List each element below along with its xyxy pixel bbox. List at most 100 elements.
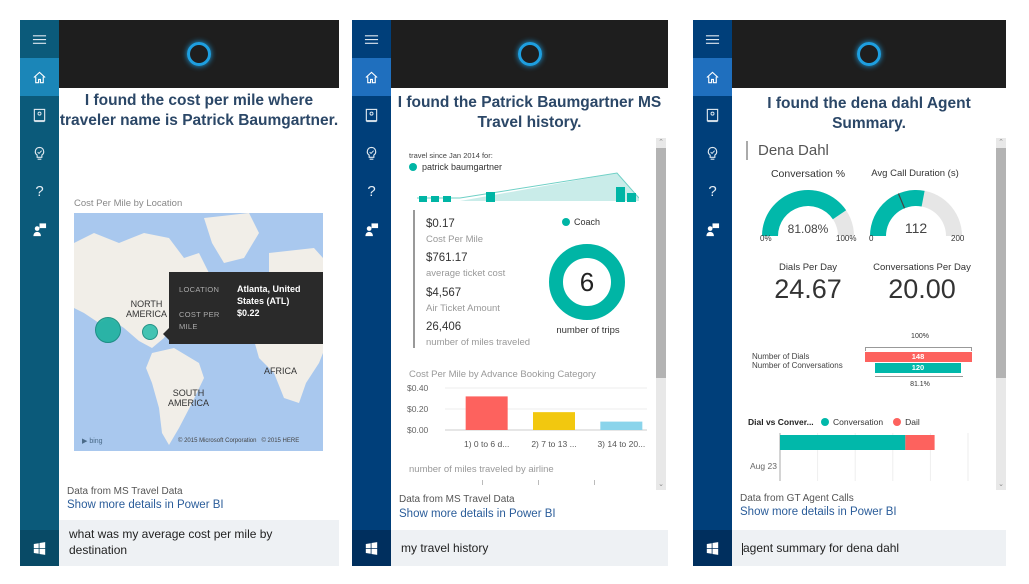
sparkline-bar — [419, 196, 427, 202]
map-region-label: SOUTH AMERICA — [168, 388, 210, 408]
lightbulb-icon — [707, 146, 718, 160]
answer-title-line: traveler name is Patrick Baumgartner. — [59, 112, 339, 129]
windows-start-icon — [365, 541, 378, 555]
tooltip-key: LOCATION — [179, 285, 220, 294]
hamburger-menu-button[interactable] — [693, 20, 732, 58]
bar[interactable] — [465, 396, 508, 430]
map-bubble-large[interactable] — [95, 317, 121, 343]
kpi-label: average ticket cost — [426, 268, 506, 279]
answer-title-line: Summary. — [832, 115, 906, 132]
cortana-header — [59, 20, 339, 88]
feedback-icon — [365, 222, 379, 236]
gauge-min-label: 0 — [869, 234, 874, 243]
tooltip-value: $0.22 — [237, 308, 260, 318]
kpi-label: number of miles traveled — [426, 337, 531, 348]
scrollbar[interactable]: ⌃ ⌄ — [996, 138, 1006, 490]
donut-legend: Coach — [562, 217, 600, 227]
sidebar-feedback-button[interactable] — [352, 210, 391, 248]
scrollbar-thumb[interactable] — [996, 148, 1006, 378]
search-query-input[interactable]: agent summary for dena dahl — [732, 530, 1006, 566]
legend-dot-icon — [562, 218, 570, 226]
query-text: what was my average cost per mile by — [69, 527, 273, 541]
legend-dot-icon — [409, 163, 417, 171]
scroll-up-icon[interactable]: ⌃ — [656, 138, 666, 148]
sidebar-help-button[interactable]: ? — [693, 172, 732, 210]
power-bi-link[interactable]: Show more details in Power BI — [67, 499, 224, 511]
scroll-up-icon[interactable]: ⌃ — [996, 138, 1006, 148]
sidebar-reminders-button[interactable] — [352, 134, 391, 172]
hamburger-menu-button[interactable] — [352, 20, 391, 58]
sidebar-help-button[interactable]: ? — [20, 172, 59, 210]
answer-title-line: Travel history. — [477, 114, 582, 131]
gauge-value: 112 — [905, 220, 928, 236]
dial-bar-segment[interactable] — [905, 435, 935, 450]
dial-vs-conversation-chart[interactable] — [746, 433, 996, 483]
sidebar-notebook-button[interactable] — [352, 96, 391, 134]
sidebar-home-button[interactable] — [352, 58, 391, 96]
travel-sparkline[interactable] — [417, 170, 639, 202]
funnel-bottom-pct: 81.1% — [910, 381, 930, 388]
cortana-sidebar: ? — [693, 20, 732, 566]
y-tick-label: $0.40 — [407, 383, 429, 393]
map-bubble-atlanta[interactable] — [142, 324, 158, 340]
legend-dot-icon — [821, 418, 829, 426]
scroll-down-icon[interactable]: ⌄ — [996, 480, 1006, 490]
agent-name: Dena Dahl — [758, 142, 829, 159]
gauge-max-label: 100% — [836, 234, 857, 243]
sidebar-notebook-button[interactable] — [20, 96, 59, 134]
sidebar-feedback-button[interactable] — [693, 210, 732, 248]
data-source-label: Data from GT Agent Calls — [740, 493, 854, 504]
hamburger-menu-icon — [364, 34, 379, 44]
scroll-down-icon[interactable]: ⌄ — [656, 480, 666, 490]
answer-title-line: I found the cost per mile where — [84, 92, 314, 109]
cortana-logo-icon[interactable] — [187, 42, 211, 66]
gauge-max-label: 200 — [951, 234, 965, 243]
conversation-percent-gauge[interactable]: 81.08% — [756, 184, 860, 240]
answer-title-line: I found the Patrick Baumgartner MS — [397, 94, 662, 111]
legend-label: Dail — [905, 417, 920, 427]
funnel-bar[interactable]: 148 — [864, 352, 972, 362]
trips-donut-chart[interactable]: 6 — [549, 244, 625, 320]
funnel-label: Number of Dials — [752, 352, 810, 361]
power-bi-link[interactable]: Show more details in Power BI — [399, 508, 556, 520]
gauge-title: Conversation % — [770, 168, 846, 180]
sidebar-feedback-button[interactable] — [20, 210, 59, 248]
scrollbar-thumb[interactable] — [656, 148, 666, 378]
search-query-input[interactable]: what was my average cost per mile by des… — [59, 520, 339, 566]
sidebar-reminders-button[interactable] — [693, 134, 732, 172]
funnel-bar[interactable]: 120 — [874, 363, 962, 373]
sidebar-home-button[interactable] — [693, 58, 732, 96]
query-text: my travel history — [401, 541, 489, 555]
data-source-label: Data from MS Travel Data — [67, 486, 183, 497]
avg-call-duration-gauge[interactable]: 112 — [865, 184, 967, 240]
sidebar-help-button[interactable]: ? — [352, 172, 391, 210]
axis-tick — [594, 480, 595, 485]
sidebar-notebook-button[interactable] — [693, 96, 732, 134]
y-tick-label: $0.00 — [407, 425, 429, 435]
start-button[interactable] — [352, 530, 391, 566]
scrollbar[interactable]: ⌃ ⌄ — [656, 138, 666, 490]
hamburger-menu-button[interactable] — [20, 20, 59, 58]
start-button[interactable] — [20, 530, 59, 566]
bar[interactable] — [600, 421, 643, 430]
funnel-label: Number of Conversations — [752, 361, 843, 370]
start-button[interactable] — [693, 530, 732, 566]
sidebar-reminders-button[interactable] — [20, 134, 59, 172]
cortana-window-travel-history: ? I found the Patrick Baumgartner MS Tra… — [352, 20, 668, 566]
cortana-window-agent-summary: ? I found the dena dahl Agent Summary. D… — [693, 20, 1006, 566]
kpi-value: $4,567 — [426, 287, 462, 299]
home-icon — [365, 71, 378, 83]
help-icon: ? — [367, 182, 376, 200]
cost-per-mile-map[interactable]: NORTH AMERICA SOUTH AMERICA AFRICA LOCATIO… — [74, 213, 323, 451]
power-bi-link[interactable]: Show more details in Power BI — [740, 506, 897, 518]
cortana-logo-icon[interactable] — [857, 42, 881, 66]
cortana-logo-icon[interactable] — [517, 42, 542, 66]
conversation-bar-segment[interactable] — [780, 435, 906, 450]
bar[interactable] — [533, 412, 575, 430]
search-query-input[interactable]: my travel history — [391, 530, 668, 566]
cortana-header — [732, 20, 1006, 88]
tooltip-key: MILE — [179, 322, 198, 331]
cost-per-mile-bar-chart[interactable]: $0.40 $0.20 $0.00 1) 0 to 6 d... 2) 7 to 13 … — [405, 380, 655, 460]
sidebar-home-button[interactable] — [20, 58, 59, 96]
y-tick-label: $0.20 — [407, 404, 429, 414]
